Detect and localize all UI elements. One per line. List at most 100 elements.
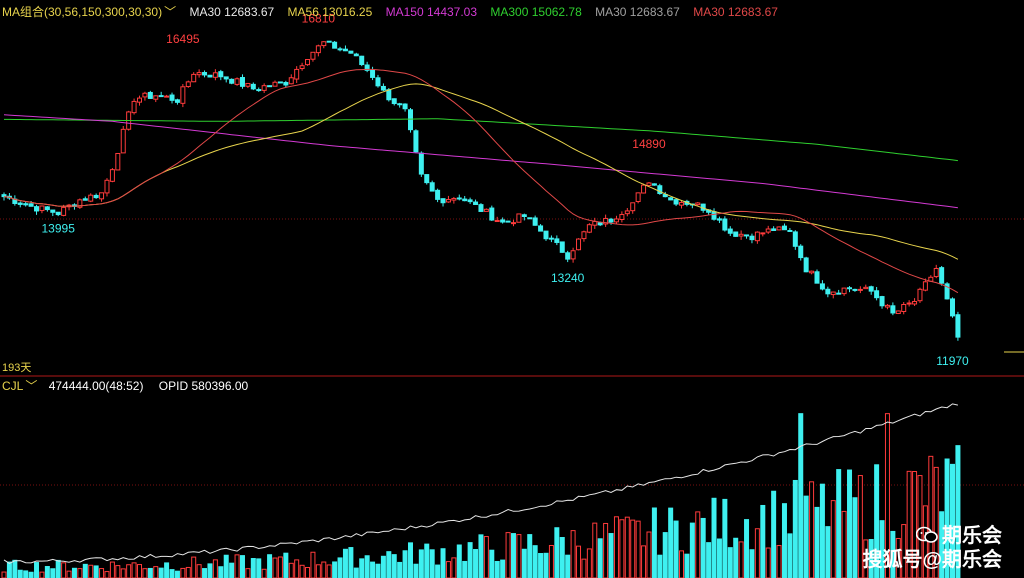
candle-body xyxy=(462,198,468,202)
candle-body xyxy=(169,94,175,101)
chevron-down-icon[interactable]: ﹀ xyxy=(164,3,176,20)
volume-bar xyxy=(207,563,213,578)
candle-body xyxy=(668,197,674,201)
ma56-line xyxy=(3,83,959,260)
candle-body xyxy=(781,225,787,231)
volume-bar xyxy=(337,557,343,578)
volume-bar xyxy=(386,551,392,578)
volume-bar xyxy=(272,557,278,578)
volume-bar xyxy=(137,564,142,578)
volume-bar xyxy=(359,558,365,578)
volume-bar xyxy=(305,566,311,578)
candle-body xyxy=(624,210,630,215)
volume-bar xyxy=(88,564,94,578)
candle-body xyxy=(99,192,105,200)
candle-body xyxy=(874,290,880,299)
candle-body xyxy=(180,86,186,104)
volume-bar xyxy=(738,541,744,578)
volume-bar xyxy=(17,569,23,578)
candle-body xyxy=(917,288,923,302)
candle-body xyxy=(895,310,901,315)
volume-bar xyxy=(424,543,430,578)
volume-bar xyxy=(543,552,549,578)
volume-bar xyxy=(115,565,121,578)
candle-body xyxy=(505,220,511,223)
candle-body xyxy=(852,288,858,291)
watermark-line1: 期乐会 xyxy=(942,525,1002,547)
volume-bar xyxy=(435,564,441,578)
candle-body xyxy=(353,53,359,57)
volume-bar xyxy=(722,498,728,578)
chevron-down-icon[interactable]: ﹀ xyxy=(25,377,37,394)
candle-body xyxy=(137,97,142,103)
candle-body xyxy=(174,99,180,103)
candle-body xyxy=(39,205,45,212)
volume-bar xyxy=(353,567,359,578)
volume-bar xyxy=(483,536,489,578)
candle-body xyxy=(147,91,153,99)
volume-bar xyxy=(489,549,495,578)
volume-bar xyxy=(559,537,565,578)
volume-bar xyxy=(239,555,245,578)
volume-bar xyxy=(191,556,197,578)
volume-bar xyxy=(315,564,321,578)
candle-body xyxy=(635,192,641,203)
candle-body xyxy=(857,288,863,291)
candle-body xyxy=(93,194,99,199)
volume-bar xyxy=(39,571,45,578)
volume-bar xyxy=(55,559,61,578)
candle-body xyxy=(234,78,240,85)
volume-bar xyxy=(662,532,668,578)
volume-bar xyxy=(299,564,305,578)
volume-bar xyxy=(744,519,750,578)
candle-body xyxy=(239,77,245,87)
volume-legend: CJL ﹀ 474444.00(48:52) OPID 580396.00 xyxy=(2,377,248,394)
volume-bar xyxy=(733,537,739,578)
ma-group-label[interactable]: MA组合(30,56,150,300,30,30) ﹀ xyxy=(2,5,176,19)
volume-bar xyxy=(71,567,77,578)
indicator-selector[interactable]: CJL ﹀ xyxy=(2,379,37,393)
candle-body xyxy=(250,83,256,90)
candle-body xyxy=(142,92,148,98)
candle-body xyxy=(218,71,224,78)
volume-bar xyxy=(342,548,348,578)
candle-body xyxy=(386,89,392,101)
volume-bar xyxy=(527,534,533,578)
volume-bar xyxy=(494,560,500,578)
candle-body xyxy=(651,183,657,186)
candle-body xyxy=(727,228,733,234)
volume-bar xyxy=(169,569,175,578)
volume-bar xyxy=(532,545,538,578)
volume-bar xyxy=(147,567,153,578)
candle-body xyxy=(267,85,273,88)
candle-body xyxy=(277,81,283,84)
candle-body xyxy=(451,197,457,201)
ma150-line xyxy=(3,114,958,209)
price-label: 13240 xyxy=(551,271,585,285)
candle-body xyxy=(798,245,804,259)
volume-bar xyxy=(760,504,766,578)
candle-body xyxy=(955,314,961,338)
candle-body xyxy=(765,228,771,233)
volume-bar xyxy=(462,560,468,578)
candle-body xyxy=(592,220,598,226)
volume-bar xyxy=(229,562,235,578)
candle-body xyxy=(28,203,34,207)
volume-bar xyxy=(234,554,240,578)
volume-bar xyxy=(82,563,88,578)
volume-bar xyxy=(841,510,847,578)
candle-body xyxy=(272,81,278,87)
volume-bar xyxy=(641,545,647,578)
candle-body xyxy=(429,182,435,192)
volume-bar xyxy=(516,534,522,578)
volume-bar xyxy=(478,534,484,578)
volume-bar xyxy=(765,547,771,578)
price-label: 11970 xyxy=(936,354,969,368)
volume-bar xyxy=(646,531,652,578)
volume-bar xyxy=(370,561,376,578)
candle-body xyxy=(581,231,587,240)
volume-bar xyxy=(776,545,782,578)
volume-bar xyxy=(706,542,712,578)
volume-bar xyxy=(581,558,587,578)
volume-bar xyxy=(473,549,479,578)
